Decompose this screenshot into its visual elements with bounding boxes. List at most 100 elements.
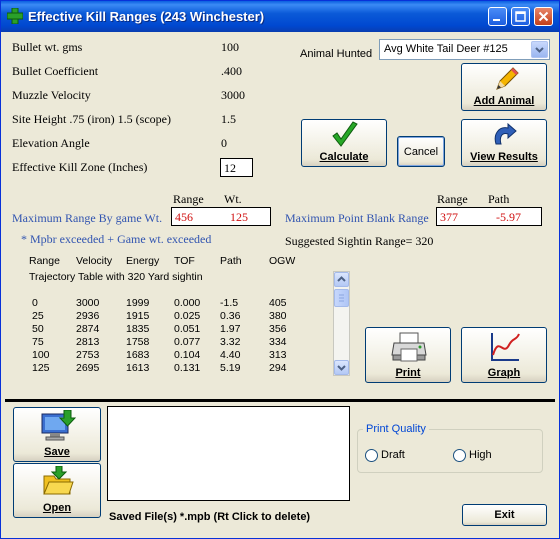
main-window: Effective Kill Ranges (243 Winchester) B… (0, 0, 560, 539)
draft-label: Draft (381, 449, 405, 461)
cell-velocity: 2695 (76, 362, 100, 374)
cell-velocity: 2936 (76, 310, 100, 322)
cell-tof: 0.077 (174, 336, 201, 348)
kill-zone-label: Effective Kill Zone (Inches) (12, 160, 148, 174)
elevation-angle-label: Elevation Angle (12, 136, 90, 150)
site-height-value[interactable]: 1.5 (221, 112, 236, 127)
open-label: Open (42, 502, 72, 514)
minimize-button[interactable] (488, 7, 507, 26)
cell-velocity: 2753 (76, 349, 100, 361)
exit-button[interactable]: Exit (462, 504, 547, 526)
saved-files-label: Saved File(s) *.mpb (Rt Click to delete) (109, 511, 311, 523)
chevron-down-icon (337, 365, 346, 371)
pbr-path-value: -5.97 (496, 210, 521, 224)
cell-range: 50 (32, 323, 44, 335)
grip-icon (339, 294, 344, 302)
cell-tof: 0.051 (174, 323, 201, 335)
cell-range: 125 (32, 362, 50, 374)
cell-energy: 1613 (126, 362, 150, 374)
print-quality-label: Print Quality (363, 423, 429, 435)
print-button[interactable]: Print (365, 327, 451, 383)
cell-path: -1.5 (220, 297, 239, 309)
exit-label: Exit (494, 509, 515, 521)
graph-button[interactable]: Graph (461, 327, 547, 383)
high-label: High (469, 449, 492, 461)
saved-files-list[interactable] (107, 406, 350, 501)
animal-select[interactable]: Avg White Tail Deer #125 (379, 39, 550, 60)
cell-energy: 1758 (126, 336, 150, 348)
cancel-label: Cancel (403, 146, 439, 158)
minimize-icon (493, 19, 500, 21)
cell-ogw: 313 (269, 349, 287, 361)
muzzle-velocity-value[interactable]: 3000 (221, 88, 245, 103)
chevron-up-icon (337, 276, 346, 282)
table-header-range: Range (29, 255, 60, 267)
pbr-range-value: 377 (440, 210, 458, 224)
open-folder-icon (43, 466, 74, 495)
calculate-button[interactable]: Calculate (301, 119, 387, 167)
animal-hunted-label: Animal Hunted (300, 48, 373, 60)
max-range-field: 456 125 (171, 207, 271, 226)
elevation-angle-value[interactable]: 0 (221, 136, 227, 151)
cell-velocity: 3000 (76, 297, 100, 309)
cell-path: 3.32 (220, 336, 241, 348)
save-button[interactable]: Save (13, 407, 101, 462)
cell-path: 5.19 (220, 362, 241, 374)
cell-energy: 1683 (126, 349, 150, 361)
kill-zone-field[interactable]: 12 (220, 158, 253, 177)
table-header-velocity: Velocity (76, 255, 113, 267)
title-bar[interactable]: Effective Kill Ranges (243 Winchester) (1, 1, 559, 32)
max-range-label: Maximum Range By game Wt. (12, 211, 163, 225)
chevron-down-icon (535, 47, 544, 53)
calculate-label: Calculate (319, 151, 369, 163)
max-range-col-range: Range (173, 192, 204, 206)
suggested-sightin: Suggested Sightin Range= 320 (285, 234, 434, 248)
print-label: Print (395, 367, 421, 379)
table-scrollbar[interactable] (333, 271, 350, 376)
table-header-path: Path (220, 255, 242, 267)
cell-tof: 0.104 (174, 349, 201, 361)
cell-tof: 0.131 (174, 362, 201, 374)
muzzle-velocity-label: Muzzle Velocity (12, 88, 91, 102)
close-button[interactable] (534, 7, 553, 26)
maximize-icon (515, 11, 526, 22)
cell-path: 1.97 (220, 323, 241, 335)
scroll-up-button[interactable] (334, 272, 349, 287)
green-cross-icon (7, 8, 23, 24)
draft-radio[interactable] (365, 449, 378, 462)
table-header-energy: Energy (126, 255, 160, 267)
cell-range: 25 (32, 310, 44, 322)
pbr-col-range: Range (437, 192, 468, 206)
scroll-down-button[interactable] (334, 360, 349, 375)
save-to-computer-icon (41, 410, 76, 441)
cell-velocity: 2813 (76, 336, 100, 348)
add-animal-label: Add Animal (473, 95, 535, 107)
table-caption-text: Trajectory Table with 320 Yard sightin (29, 271, 203, 283)
open-button[interactable]: Open (13, 463, 101, 518)
view-results-label: View Results (470, 151, 538, 163)
cell-ogw: 405 (269, 297, 287, 309)
maximize-button[interactable] (511, 7, 530, 26)
window-title: Effective Kill Ranges (243 Winchester) (28, 9, 265, 24)
animal-dropdown-button[interactable] (531, 41, 548, 58)
bullet-coefficient-value[interactable]: .400 (221, 64, 242, 79)
bullet-weight-value[interactable]: 100 (221, 40, 239, 55)
cell-ogw: 334 (269, 336, 287, 348)
pencil-icon (496, 67, 519, 90)
add-animal-button[interactable]: Add Animal (461, 63, 547, 111)
high-radio[interactable] (453, 449, 466, 462)
cell-path: 0.36 (220, 310, 241, 322)
redo-arrow-icon (494, 122, 517, 145)
max-range-range-value: 456 (175, 210, 193, 224)
bullet-coefficient-label: Bullet Coefficient (12, 64, 99, 78)
scroll-thumb[interactable] (334, 289, 349, 307)
cell-energy: 1915 (126, 310, 150, 322)
cell-range: 100 (32, 349, 50, 361)
cell-ogw: 380 (269, 310, 287, 322)
max-range-col-wt: Wt. (224, 192, 242, 206)
kill-zone-value: 12 (224, 161, 236, 175)
bullet-weight-label: Bullet wt. gms (12, 40, 83, 54)
cancel-button[interactable]: Cancel (397, 136, 445, 167)
view-results-button[interactable]: View Results (461, 119, 547, 167)
pbr-field: 377 -5.97 (436, 207, 542, 226)
